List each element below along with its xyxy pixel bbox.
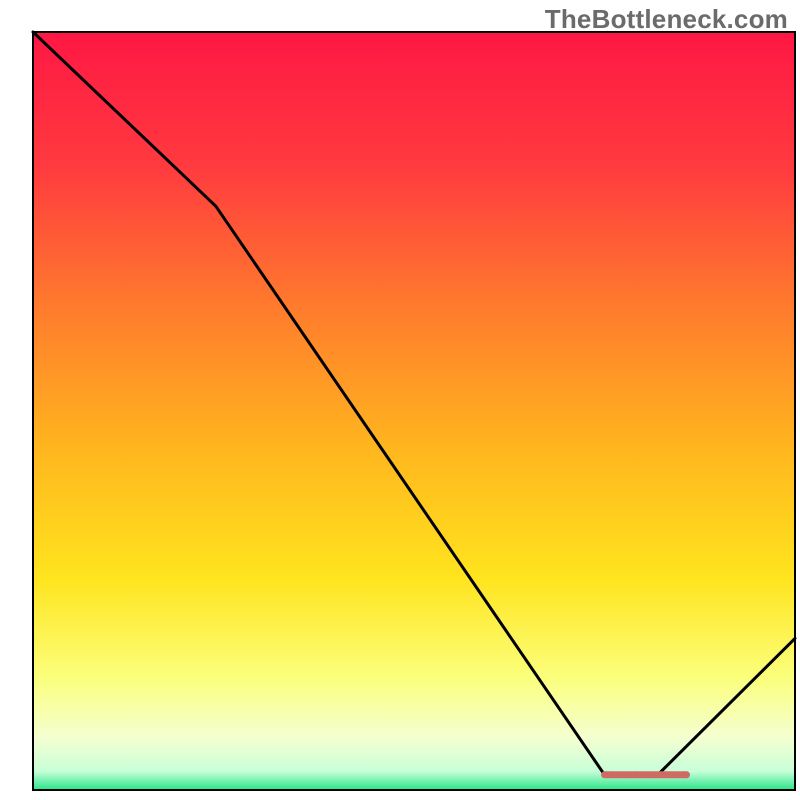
bottleneck-chart (0, 0, 800, 800)
plot-background (33, 32, 795, 790)
chart-container: TheBottleneck.com (0, 0, 800, 800)
